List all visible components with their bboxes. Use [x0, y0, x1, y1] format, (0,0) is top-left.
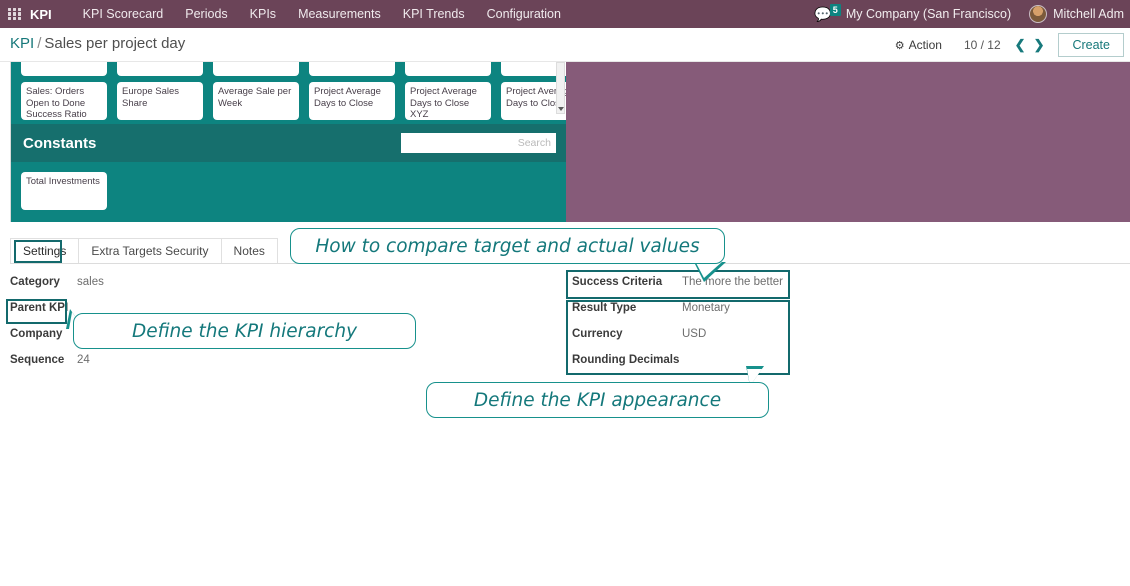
kpi-sheet: Sales: Orders Open to Done Success Ratio… — [10, 62, 566, 222]
action-button[interactable]: ⚙ Action — [895, 38, 942, 52]
field-label-success-criteria: Success Criteria — [572, 276, 663, 288]
kpi-tile-row-clipped — [11, 62, 566, 76]
kpi-tile-row-1: Sales: Orders Open to Done Success Ratio… — [21, 82, 566, 120]
kpi-tile-sales-orders-open-to-done[interactable]: Sales: Orders Open to Done Success Ratio — [21, 82, 107, 120]
kpi-tile[interactable] — [405, 62, 491, 76]
navbar-right-group: 💬 5 My Company (San Francisco) Mitchell … — [814, 0, 1130, 28]
callout-define-kpi-hierarchy: Define the KPI hierarchy — [73, 313, 416, 349]
form-right-column: Success Criteria The more the better Res… — [572, 276, 787, 380]
messages-count-badge: 5 — [829, 4, 841, 16]
nav-item-periods[interactable]: Periods — [174, 7, 238, 21]
field-success-criteria: Success Criteria The more the better — [572, 276, 787, 302]
avatar — [1029, 5, 1048, 23]
field-value-sequence[interactable]: 24 — [77, 354, 90, 366]
kpi-tile-project-average-days-to-close-xyz[interactable]: Project Average Days to Close XYZ — [405, 82, 491, 120]
chevron-right-icon[interactable]: ❯ — [1030, 37, 1049, 53]
kpi-tile[interactable] — [21, 62, 107, 76]
scroll-down-caret-icon[interactable] — [557, 107, 564, 111]
breadcrumb: KPI / Sales per project day — [10, 35, 185, 52]
callout-compare-target-actual: How to compare target and actual values — [290, 228, 725, 264]
breadcrumb-separator: / — [37, 35, 42, 52]
nav-item-measurements[interactable]: Measurements — [287, 7, 392, 21]
tile-area-scrollbar[interactable] — [556, 62, 565, 114]
field-label-company: Company — [10, 328, 63, 340]
kpi-tile-row-2: Total Investments — [21, 172, 107, 210]
field-label-result-type: Result Type — [572, 302, 637, 314]
constants-band: Constants — [11, 124, 566, 162]
messages-menu[interactable]: 💬 5 — [814, 4, 841, 21]
nav-item-kpi-scorecard[interactable]: KPI Scorecard — [72, 7, 175, 21]
field-label-sequence: Sequence — [10, 354, 65, 366]
action-button-label: Action — [908, 38, 942, 52]
gear-icon: ⚙ — [894, 39, 905, 52]
field-value-currency[interactable]: USD — [682, 328, 706, 340]
nav-item-kpi-trends[interactable]: KPI Trends — [392, 7, 476, 21]
nav-item-kpis[interactable]: KPIs — [239, 7, 287, 21]
field-sequence: Sequence 24 — [10, 354, 310, 380]
field-label-category: Category — [10, 276, 60, 288]
field-result-type: Result Type Monetary — [572, 302, 787, 328]
pager-counter: 10 / 12 — [963, 38, 1001, 52]
chevron-left-icon[interactable]: ❮ — [1011, 37, 1030, 53]
callout-define-kpi-appearance: Define the KPI appearance — [426, 382, 769, 418]
constants-title: Constants — [23, 134, 97, 152]
navbar-brand[interactable]: KPI — [30, 7, 52, 22]
company-switcher[interactable]: My Company (San Francisco) — [846, 7, 1011, 21]
field-value-result-type[interactable]: Monetary — [682, 302, 730, 314]
nav-item-configuration[interactable]: Configuration — [476, 7, 572, 21]
kpi-tile[interactable] — [117, 62, 203, 76]
control-panel-actions: ⚙ Action 10 / 12 ❮ ❯ Create — [895, 33, 1124, 57]
top-navbar: KPI KPI Scorecard Periods KPIs Measureme… — [0, 0, 1130, 28]
kpi-tile-europe-sales-share[interactable]: Europe Sales Share — [117, 82, 203, 120]
kpi-tile[interactable] — [309, 62, 395, 76]
control-panel: KPI / Sales per project day ⚙ Action 10 / … — [0, 28, 1130, 62]
kpi-tile[interactable] — [213, 62, 299, 76]
field-label-currency: Currency — [572, 328, 623, 340]
search-input[interactable] — [401, 133, 556, 153]
kpi-tile-total-investments[interactable]: Total Investments — [21, 172, 107, 210]
field-currency: Currency USD — [572, 328, 787, 354]
breadcrumb-root[interactable]: KPI — [10, 35, 34, 52]
field-category: Category sales — [10, 276, 310, 302]
field-label-rounding-decimals: Rounding Decimals — [572, 354, 680, 366]
page-title: Sales per project day — [44, 35, 186, 52]
kpi-tile-average-sale-per-week[interactable]: Average Sale per Week — [213, 82, 299, 120]
tab-settings[interactable]: Settings — [10, 238, 80, 263]
grid-apps-icon[interactable] — [8, 7, 21, 21]
field-value-category[interactable]: sales — [77, 276, 104, 288]
purple-overlay-panel — [566, 62, 1130, 222]
tile-row-inner — [21, 62, 566, 76]
kpi-tile-project-average-days-to-close[interactable]: Project Average Days to Close — [309, 82, 395, 120]
tab-notes[interactable]: Notes — [220, 238, 278, 263]
create-button[interactable]: Create — [1058, 33, 1124, 57]
user-menu[interactable]: Mitchell Adm — [1053, 7, 1124, 21]
tab-extra-targets-security[interactable]: Extra Targets Security — [78, 238, 222, 263]
